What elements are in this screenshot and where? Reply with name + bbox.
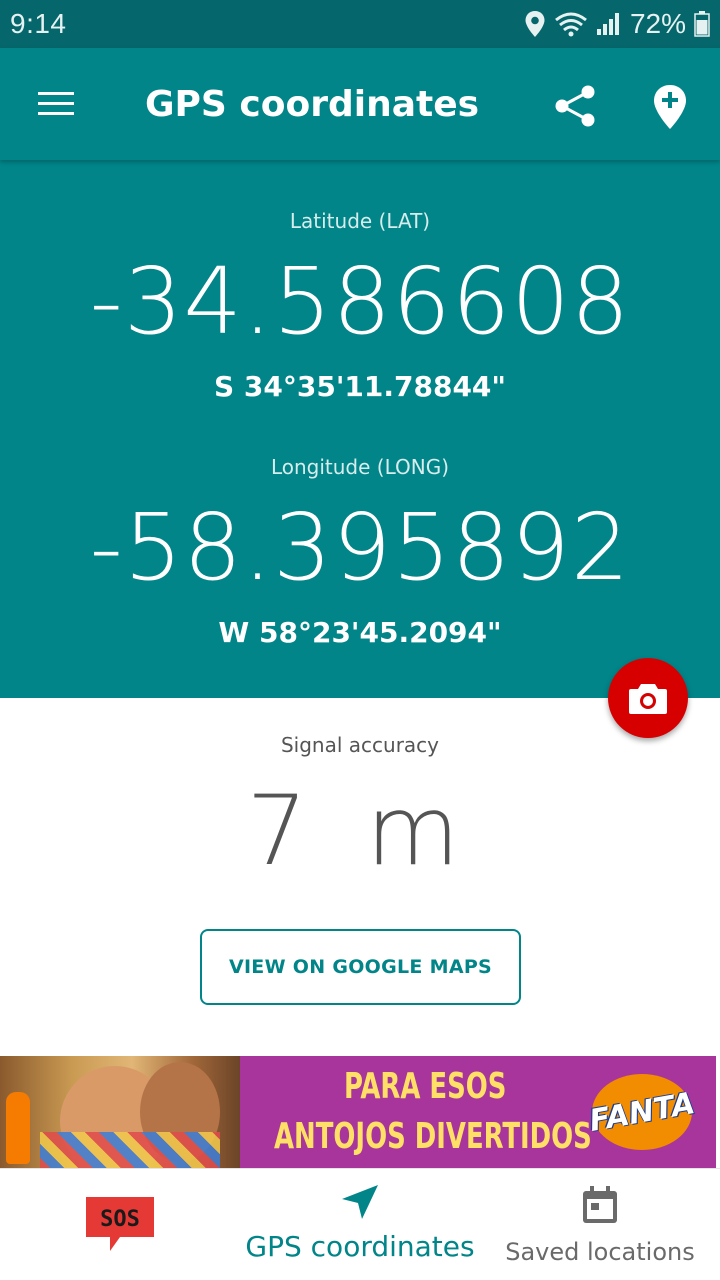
bottom-navigation: SOS GPS coordinates Saved locations — [0, 1168, 720, 1280]
ad-figure-clothes — [40, 1132, 220, 1168]
app-bar: GPS coordinates — [0, 48, 720, 160]
nav-label-saved: Saved locations — [505, 1238, 695, 1266]
status-icons: 72% — [524, 8, 710, 40]
nav-item-gps-coordinates[interactable]: GPS coordinates — [240, 1183, 480, 1263]
calendar-icon — [583, 1186, 617, 1223]
accuracy-value: 7 m — [246, 775, 474, 887]
nav-label-gps: GPS coordinates — [245, 1230, 475, 1263]
ad-bottle — [6, 1092, 30, 1164]
location-status-icon — [525, 11, 545, 37]
ad-banner[interactable]: PARA ESOS ANTOJOS DIVERTIDOS FANTA — [0, 1056, 716, 1168]
ad-line-2: ANTOJOS DIVERTIDOS — [274, 1116, 592, 1157]
add-location-icon[interactable] — [652, 84, 688, 130]
menu-icon[interactable] — [36, 84, 76, 124]
longitude-label: Longitude (LONG) — [270, 455, 450, 479]
view-on-google-maps-button[interactable]: VIEW ON GOOGLE MAPS — [200, 929, 521, 1005]
camera-icon — [629, 684, 667, 714]
share-icon[interactable] — [554, 84, 596, 128]
longitude-value: -58.395892 — [89, 494, 631, 601]
coordinates-panel: Latitude (LAT) -34.586608 S 34°35'11.788… — [0, 160, 720, 698]
fanta-logo: FANTA — [587, 1074, 697, 1150]
signal-icon — [596, 13, 619, 35]
ad-text-panel: PARA ESOS ANTOJOS DIVERTIDOS FANTA — [240, 1056, 716, 1168]
nav-item-sos[interactable]: SOS — [84, 1195, 156, 1258]
nav-item-saved-locations[interactable]: Saved locations — [490, 1185, 710, 1266]
wifi-icon — [555, 12, 587, 37]
sos-icon: SOS — [86, 1197, 154, 1251]
camera-button[interactable] — [608, 658, 688, 738]
longitude-dms: W 58°23'45.2094" — [218, 616, 502, 649]
navigation-arrow-icon — [342, 1185, 378, 1219]
ad-photo — [0, 1056, 240, 1168]
ad-line-1: PARA ESOS — [344, 1066, 507, 1107]
latitude-label: Latitude (LAT) — [289, 209, 431, 233]
status-bar: 9:14 72% — [0, 0, 720, 48]
status-time: 9:14 — [10, 8, 67, 39]
fanta-logo-text: FANTA — [586, 1085, 698, 1139]
accuracy-label: Signal accuracy — [280, 733, 440, 757]
latitude-value: -34.586608 — [89, 248, 631, 355]
battery-icon — [694, 11, 710, 37]
battery-percent: 72% — [629, 8, 686, 39]
sos-label: SOS — [100, 1207, 140, 1232]
latitude-dms: S 34°35'11.78844" — [213, 370, 507, 403]
page-title: GPS coordinates — [145, 84, 480, 125]
